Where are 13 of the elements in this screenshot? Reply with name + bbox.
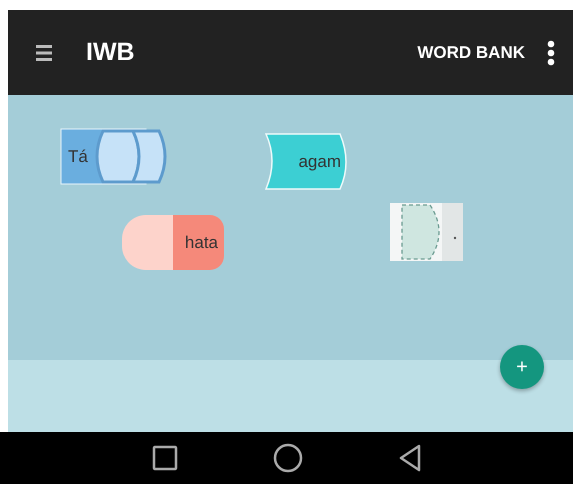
- more-options-icon[interactable]: [547, 40, 555, 66]
- menu-icon[interactable]: [36, 42, 52, 62]
- add-button[interactable]: +: [500, 345, 544, 389]
- home-icon[interactable]: [272, 443, 302, 473]
- app-title: IWB: [86, 38, 136, 67]
- word-text: agam: [298, 152, 341, 172]
- word-text: Tá: [68, 146, 88, 166]
- word-tile[interactable]: hata: [122, 215, 224, 270]
- word-text: hata: [184, 232, 218, 252]
- word-bank-button[interactable]: WORD BANK: [413, 38, 529, 66]
- back-icon[interactable]: [398, 444, 422, 472]
- square-icon[interactable]: [152, 445, 178, 471]
- empty-slot-tile[interactable]: [390, 203, 463, 261]
